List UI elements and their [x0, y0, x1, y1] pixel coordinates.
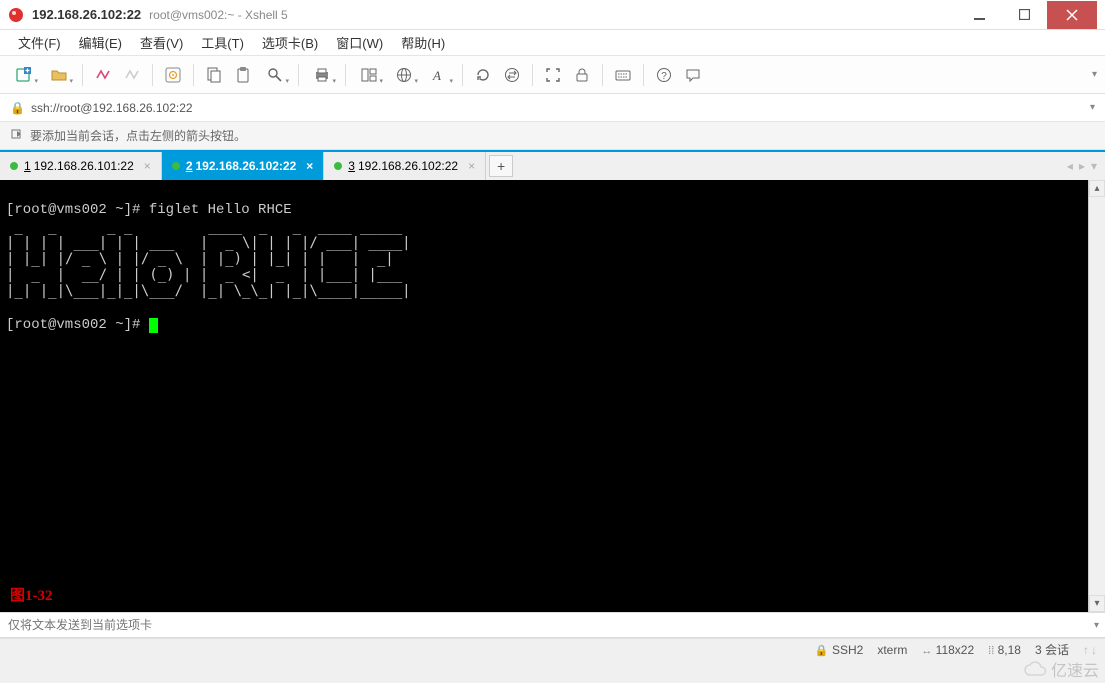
- cursor-icon: [149, 318, 158, 333]
- terminal-prompt: [root@vms002 ~]#: [6, 317, 158, 333]
- status-term: xterm: [877, 643, 907, 657]
- chat-button[interactable]: [680, 62, 706, 88]
- toolbar-overflow-icon[interactable]: ▾: [1092, 69, 1097, 80]
- address-dropdown-icon[interactable]: ▾: [1090, 102, 1095, 113]
- terminal-command: [root@vms002 ~]# figlet Hello RHCE: [6, 202, 292, 218]
- copy-button[interactable]: [201, 62, 227, 88]
- vertical-scrollbar[interactable]: ▴ ▾: [1088, 180, 1105, 612]
- print-button[interactable]: [306, 62, 338, 88]
- layout-button[interactable]: [353, 62, 385, 88]
- tab-next-icon[interactable]: ▸: [1079, 159, 1085, 173]
- tab-nav: ◂ ▸ ▾: [1059, 152, 1105, 180]
- status-dot-icon: [172, 162, 180, 170]
- profile-button[interactable]: [160, 62, 186, 88]
- tab-strip: 1 192.168.26.101:22 × 2 192.168.26.102:2…: [0, 152, 1105, 180]
- status-dot-icon: [334, 162, 342, 170]
- new-tab-button[interactable]: +: [489, 155, 513, 177]
- status-sessions: 3 会话: [1035, 641, 1069, 658]
- address-bar[interactable]: 🔒 ssh://root@192.168.26.102:22 ▾: [0, 94, 1105, 122]
- toolbar: A ? ▾: [0, 56, 1105, 94]
- menu-view[interactable]: 查看(V): [132, 30, 191, 55]
- session-tab-3[interactable]: 3 192.168.26.102:22 ×: [324, 152, 486, 180]
- open-session-button[interactable]: [43, 62, 75, 88]
- lock-button[interactable]: [569, 62, 595, 88]
- add-session-arrow-icon[interactable]: [10, 127, 24, 144]
- tab-close-icon[interactable]: ×: [144, 159, 151, 173]
- refresh-button[interactable]: [470, 62, 496, 88]
- info-hint-text: 要添加当前会话，点击左侧的箭头按钮。: [30, 127, 246, 144]
- scroll-up-icon[interactable]: ▴: [1089, 180, 1105, 197]
- new-session-button[interactable]: [8, 62, 40, 88]
- minimize-button[interactable]: [957, 1, 1002, 29]
- figure-label: 图1-32: [10, 587, 53, 606]
- close-button[interactable]: [1047, 1, 1097, 29]
- terminal-ascii-output: _ _ _ _ ____ _ _ ____ _____ | | | | ___|…: [6, 219, 1082, 299]
- maximize-button[interactable]: [1002, 1, 1047, 29]
- status-size: ↔ 118x22: [921, 643, 974, 657]
- download-icon: ↓: [1091, 643, 1097, 657]
- session-tab-2[interactable]: 2 192.168.26.102:22 ×: [162, 152, 324, 180]
- svg-text:A: A: [432, 68, 441, 83]
- scroll-down-icon[interactable]: ▾: [1089, 595, 1105, 612]
- upload-icon: ↑: [1083, 643, 1089, 657]
- compose-input[interactable]: [8, 618, 1097, 632]
- tab-menu-icon[interactable]: ▾: [1091, 159, 1097, 173]
- keyboard-button[interactable]: [610, 62, 636, 88]
- help-button[interactable]: ?: [651, 62, 677, 88]
- fullscreen-button[interactable]: [540, 62, 566, 88]
- lock-icon: 🔒: [10, 101, 25, 115]
- menu-window[interactable]: 窗口(W): [328, 30, 391, 55]
- session-tab-1[interactable]: 1 192.168.26.101:22 ×: [0, 152, 162, 180]
- status-cursor: ⁞⁞ 8,18: [988, 643, 1021, 657]
- app-icon: [8, 7, 24, 23]
- status-updown: ↑↓: [1083, 643, 1097, 657]
- tab-label: 192.168.26.102:22: [358, 159, 458, 173]
- menu-tools[interactable]: 工具(T): [193, 30, 252, 55]
- menu-bar: 文件(F) 编辑(E) 查看(V) 工具(T) 选项卡(B) 窗口(W) 帮助(…: [0, 30, 1105, 56]
- tab-close-icon[interactable]: ×: [306, 159, 313, 173]
- cursor-pos-icon: ⁞⁞: [988, 645, 994, 657]
- paste-button[interactable]: [230, 62, 256, 88]
- title-bar: 192.168.26.102:22 root@vms002:~ - Xshell…: [0, 0, 1105, 30]
- bottom-input-bar[interactable]: ▾: [0, 612, 1105, 638]
- lock-icon: 🔒: [815, 645, 829, 657]
- menu-edit[interactable]: 编辑(E): [71, 30, 130, 55]
- menu-help[interactable]: 帮助(H): [393, 30, 453, 55]
- watermark-text: 亿速云: [1051, 657, 1099, 681]
- window-title-sub: root@vms002:~ - Xshell 5: [149, 8, 288, 22]
- window-controls: [957, 1, 1097, 29]
- terminal-container: [root@vms002 ~]# figlet Hello RHCE _ _ _…: [0, 180, 1105, 612]
- info-bar: 要添加当前会话，点击左侧的箭头按钮。: [0, 122, 1105, 150]
- size-icon: ↔: [921, 645, 932, 657]
- tab-close-icon[interactable]: ×: [468, 159, 475, 173]
- tab-label: 192.168.26.102:22: [196, 159, 297, 173]
- address-text: ssh://root@192.168.26.102:22: [31, 101, 193, 115]
- tab-prev-icon[interactable]: ◂: [1067, 159, 1073, 173]
- terminal[interactable]: [root@vms002 ~]# figlet Hello RHCE _ _ _…: [0, 180, 1088, 612]
- compose-menu-icon[interactable]: ▾: [1094, 620, 1099, 631]
- svg-text:?: ?: [661, 71, 667, 82]
- transfer-button[interactable]: [499, 62, 525, 88]
- reconnect-button[interactable]: [90, 62, 116, 88]
- status-bar: 🔒 SSH2 xterm ↔ 118x22 ⁞⁞ 8,18 3 会话 ↑↓: [0, 638, 1105, 660]
- find-button[interactable]: [259, 62, 291, 88]
- disconnect-button[interactable]: [119, 62, 145, 88]
- menu-file[interactable]: 文件(F): [10, 30, 69, 55]
- watermark: 亿速云: [1023, 657, 1099, 681]
- status-dot-icon: [10, 162, 18, 170]
- status-proto: 🔒 SSH2: [815, 643, 863, 657]
- menu-tabs[interactable]: 选项卡(B): [254, 30, 326, 55]
- scroll-track[interactable]: [1089, 197, 1105, 595]
- window-title-main: 192.168.26.102:22: [32, 7, 141, 22]
- font-button[interactable]: A: [423, 62, 455, 88]
- tab-label: 192.168.26.101:22: [34, 159, 134, 173]
- cloud-icon: [1023, 660, 1047, 678]
- language-button[interactable]: [388, 62, 420, 88]
